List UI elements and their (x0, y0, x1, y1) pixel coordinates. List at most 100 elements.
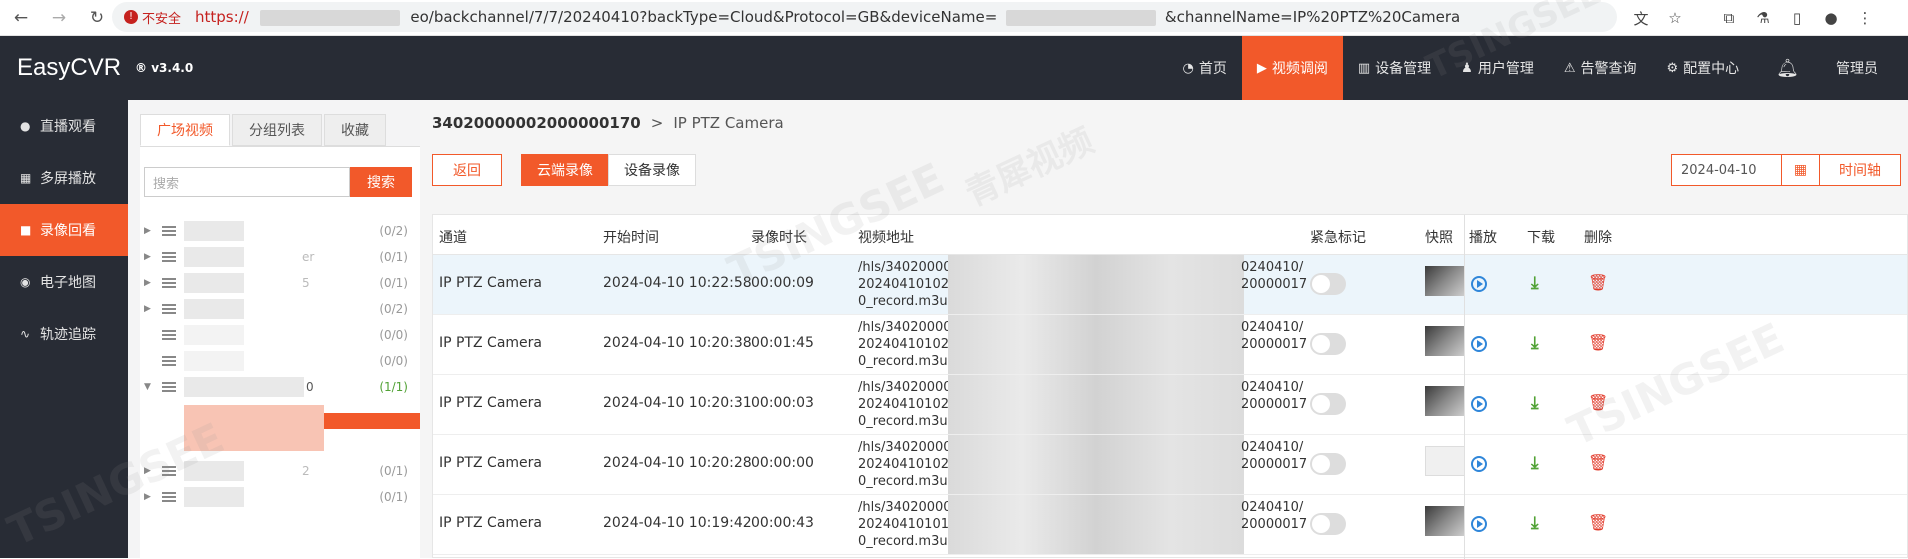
redacted-address (948, 375, 1244, 434)
profile-icon[interactable]: ● (1814, 4, 1848, 32)
nav-home[interactable]: ◔ 首页 (1168, 36, 1242, 100)
url-redacted (1006, 9, 1157, 26)
trash-icon[interactable]: 🗑︎ (1588, 273, 1608, 292)
sidebar-item-track[interactable]: ∿ 轨迹追踪 (0, 308, 128, 360)
sidepanel-icon[interactable]: ▯ (1780, 4, 1814, 32)
warning-icon: ! (124, 10, 138, 24)
tree-node[interactable]: (0/0) (144, 321, 412, 349)
trash-icon[interactable]: 🗑︎ (1588, 393, 1608, 412)
caret-right-icon[interactable]: ▶ (144, 278, 158, 288)
sidebar-item-live[interactable]: ● 直播观看 (0, 100, 128, 152)
translate-icon[interactable]: 文 (1624, 4, 1658, 32)
user-menu[interactable]: 管理员 (1821, 36, 1908, 100)
urgent-toggle[interactable] (1310, 453, 1346, 475)
snapshot-thumbnail[interactable] (1425, 386, 1465, 416)
redacted-name (184, 221, 244, 241)
play-icon[interactable] (1471, 516, 1487, 532)
back-arrow-icon[interactable]: ← (8, 5, 34, 31)
trash-icon[interactable]: 🗑︎ (1588, 333, 1608, 352)
nav-devices[interactable]: ▥ 设备管理 (1343, 36, 1446, 100)
trash-icon[interactable]: 🗑︎ (1588, 513, 1608, 532)
device-record-tab[interactable]: 设备录像 (608, 154, 696, 186)
tree-node[interactable]: ▶ (0/2) (144, 217, 412, 245)
back-button[interactable]: 返回 (432, 154, 502, 186)
download-icon[interactable]: ⤓ (1531, 393, 1539, 413)
tree-node[interactable]: ▶ er (0/1) (144, 243, 412, 271)
device-icon (162, 252, 176, 262)
selected-channel[interactable] (324, 413, 420, 429)
tree-node[interactable]: (0/0) (144, 347, 412, 375)
reload-icon[interactable]: ↻ (84, 5, 110, 31)
nav-video[interactable]: ▶ 视频调阅 (1241, 36, 1343, 100)
location-icon: ◉ (20, 275, 31, 289)
snapshot-thumbnail[interactable] (1425, 506, 1465, 536)
caret-down-icon[interactable]: ▼ (144, 382, 158, 392)
play-icon[interactable] (1471, 336, 1487, 352)
urgent-toggle[interactable] (1310, 333, 1346, 355)
urgent-toggle[interactable] (1310, 513, 1346, 535)
cloud-record-tab[interactable]: 云端录像 (521, 154, 609, 186)
table-row[interactable]: IP PTZ Camera 2024-04-10 10:20:38 00:01:… (433, 315, 1907, 375)
download-icon[interactable]: ⤓ (1531, 513, 1539, 533)
nav-users[interactable]: ♟ 用户管理 (1446, 36, 1549, 100)
date-picker[interactable]: 2024-04-10 ▦ 时间轴 (1671, 154, 1901, 186)
play-icon[interactable] (1471, 276, 1487, 292)
tab-square-video[interactable]: 广场视频 (140, 114, 230, 146)
table-row[interactable]: IP PTZ Camera 2024-04-10 10:20:28 00:00:… (433, 435, 1907, 495)
snapshot-placeholder[interactable] (1425, 446, 1465, 476)
top-nav: EasyCVR ® v3.4.0 ◔ 首页 ▶ 视频调阅 ▥ 设备管理 ♟ 用户管理 ⚠… (0, 36, 1908, 100)
table-row[interactable]: IP PTZ Camera 2024-04-10 10:22:58 00:00:… (433, 255, 1907, 315)
snapshot-thumbnail[interactable] (1425, 326, 1465, 356)
sidebar-item-map[interactable]: ◉ 电子地图 (0, 256, 128, 308)
device-icon (162, 226, 176, 236)
redacted-name (184, 351, 244, 371)
tree-node[interactable]: ▶ 5 (0/1) (144, 269, 412, 297)
menu-icon[interactable]: ⋮ (1848, 4, 1882, 32)
url-redacted (259, 9, 400, 26)
calendar-icon[interactable]: ▦ (1782, 155, 1820, 185)
play-icon[interactable] (1471, 396, 1487, 412)
security-warning[interactable]: ! 不安全 (124, 8, 181, 27)
column-divider (1464, 215, 1465, 559)
lab-icon[interactable]: ⚗ (1746, 4, 1780, 32)
caret-right-icon[interactable]: ▶ (144, 252, 158, 262)
sidebar-item-multiscreen[interactable]: ▦ 多屏播放 (0, 152, 128, 204)
urgent-toggle[interactable] (1310, 393, 1346, 415)
forward-arrow-icon[interactable]: → (46, 5, 72, 31)
snapshot-thumbnail[interactable] (1425, 266, 1465, 296)
trash-icon[interactable]: 🗑︎ (1588, 453, 1608, 472)
device-icon (162, 356, 176, 366)
urgent-toggle[interactable] (1310, 273, 1346, 295)
nav-alarms[interactable]: ⚠ 告警查询 (1549, 36, 1652, 100)
download-icon[interactable]: ⤓ (1531, 453, 1539, 473)
download-icon[interactable]: ⤓ (1531, 333, 1539, 353)
download-icon[interactable]: ⤓ (1531, 273, 1539, 293)
tab-favorites[interactable]: 收藏 (324, 114, 386, 146)
nav-config[interactable]: ⚙ 配置中心 (1651, 36, 1754, 100)
date-value[interactable]: 2024-04-10 (1672, 155, 1782, 185)
caret-right-icon[interactable]: ▶ (144, 226, 158, 236)
url-scheme: https:// (195, 8, 249, 26)
play-icon[interactable] (1471, 456, 1487, 472)
search-input[interactable]: 搜索 (144, 167, 350, 197)
extensions-icon[interactable]: ⧉ (1712, 4, 1746, 32)
tree-node[interactable]: ▶ (0/2) (144, 295, 412, 323)
tree-node[interactable]: ▶ (0/1) (144, 483, 412, 511)
table-row[interactable]: IP PTZ Camera 2024-04-10 10:19:42 00:00:… (433, 495, 1907, 555)
tree-node[interactable]: ▼ 0 (1/1) (144, 373, 412, 401)
breadcrumb: 34020000002000000170 > IP PTZ Camera (432, 114, 784, 132)
caret-right-icon[interactable]: ▶ (144, 466, 158, 476)
star-icon[interactable]: ☆ (1658, 4, 1692, 32)
table-row[interactable]: IP PTZ Camera 2024-04-10 10:20:31 00:00:… (433, 375, 1907, 435)
caret-right-icon[interactable]: ▶ (144, 492, 158, 502)
address-bar[interactable]: ! 不安全 https:// eo/backchannel/7/7/2024041… (112, 2, 1617, 32)
tab-group-list[interactable]: 分组列表 (232, 114, 322, 146)
search-button[interactable]: 搜索 (350, 167, 412, 197)
timeline-button[interactable]: 时间轴 (1820, 155, 1900, 185)
url-path-1: eo/backchannel/7/7/20240410?backType=Clo… (410, 8, 998, 26)
sidebar-item-playback[interactable]: ■ 录像回看 (0, 204, 128, 256)
bell-icon[interactable]: 🔔︎ (1754, 36, 1821, 100)
caret-right-icon[interactable]: ▶ (144, 304, 158, 314)
device-icon (162, 278, 176, 288)
tree-node[interactable]: ▶ 2 (0/1) (144, 457, 412, 485)
